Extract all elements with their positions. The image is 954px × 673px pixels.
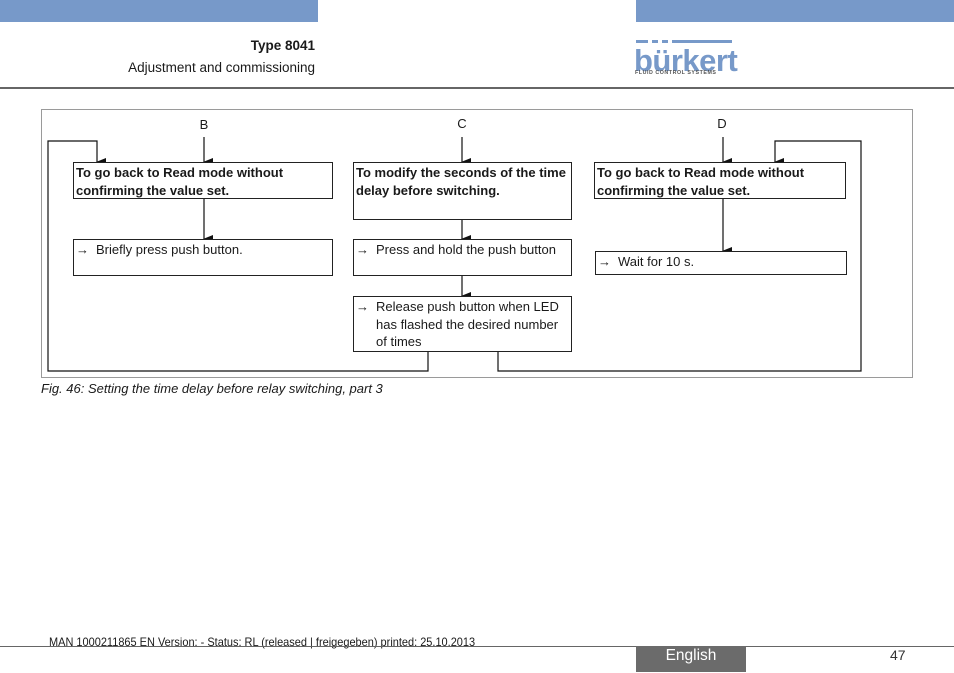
- figure-caption: Fig. 46: Setting the time delay before r…: [41, 381, 383, 396]
- box-c-step-2: → Release push button when LED has flashe…: [353, 296, 572, 352]
- step-text: Release push button when LED has flashed…: [376, 299, 559, 349]
- box-c-step-1: → Press and hold the push button: [353, 239, 572, 276]
- language-badge: English: [636, 646, 746, 672]
- box-b-header: To go back to Read mode without confirmi…: [73, 162, 333, 199]
- arrow-right-icon: →: [76, 242, 89, 257]
- box-d-step-1: → Wait for 10 s.: [595, 251, 847, 275]
- footer-divider: [0, 646, 954, 647]
- entry-label-b: B: [199, 117, 209, 132]
- step-text: Press and hold the push button: [376, 242, 556, 257]
- step-text: Briefly press push button.: [96, 242, 243, 257]
- arrow-right-icon: →: [356, 299, 369, 314]
- arrow-right-icon: →: [598, 254, 611, 269]
- entry-label-c: C: [457, 116, 467, 131]
- box-b-step-1: → Briefly press push button.: [73, 239, 333, 276]
- entry-label-d: D: [717, 116, 727, 131]
- box-c-header: To modify the seconds of the time delay …: [353, 162, 572, 220]
- step-text: Wait for 10 s.: [618, 254, 695, 269]
- box-d-header: To go back to Read mode without confirmi…: [594, 162, 846, 199]
- arrow-right-icon: →: [356, 242, 369, 257]
- page-number: 47: [890, 647, 906, 663]
